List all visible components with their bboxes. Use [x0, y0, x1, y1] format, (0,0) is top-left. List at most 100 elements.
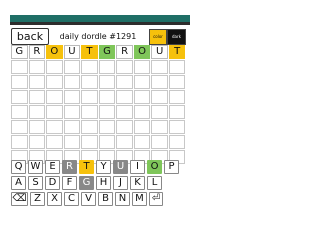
board-cell: [11, 60, 28, 74]
key-j[interactable]: J: [113, 176, 128, 190]
key-o[interactable]: O: [147, 160, 162, 174]
key-s[interactable]: S: [28, 176, 43, 190]
board-cell: [11, 90, 28, 104]
board-cell: [98, 120, 116, 134]
board-cell: [28, 120, 46, 134]
board-cell: [46, 60, 63, 74]
board-cell: [133, 75, 151, 89]
key-p[interactable]: P: [164, 160, 179, 174]
board-cell: T: [81, 45, 98, 59]
board-cell: O: [133, 45, 151, 59]
board-cell: [81, 75, 98, 89]
key-y[interactable]: Y: [96, 160, 111, 174]
board-cell: [133, 135, 151, 149]
board-cell: [46, 135, 63, 149]
board-row: [11, 75, 187, 89]
board-cell: [81, 90, 98, 104]
key-q[interactable]: Q: [11, 160, 26, 174]
board-cell: [133, 90, 151, 104]
key-w[interactable]: W: [28, 160, 43, 174]
board-row: GROUTGROUT: [11, 45, 187, 59]
board-cell: [28, 105, 46, 119]
key-d[interactable]: D: [45, 176, 60, 190]
board-cell: R: [116, 45, 133, 59]
board-cell: [81, 135, 98, 149]
board-cell: [116, 60, 133, 74]
dark-mode-button[interactable]: dark: [167, 29, 186, 45]
board-cell: G: [98, 45, 116, 59]
board-cell: [133, 60, 151, 74]
board-cell: [151, 75, 168, 89]
board-cell: [63, 75, 81, 89]
color-toggle-button[interactable]: color: [149, 29, 167, 45]
board-cell: [28, 135, 46, 149]
board-cell: [98, 135, 116, 149]
board-cell: [46, 75, 63, 89]
board-cell: R: [28, 45, 46, 59]
key-i[interactable]: I: [130, 160, 145, 174]
board-cell: [11, 75, 28, 89]
board-cell: [63, 60, 81, 74]
key-u[interactable]: U: [113, 160, 128, 174]
board-cell: U: [63, 45, 81, 59]
key-n[interactable]: N: [115, 192, 130, 206]
board-cell: [133, 120, 151, 134]
key-h[interactable]: H: [96, 176, 111, 190]
board-cell: [46, 120, 63, 134]
board-cell: [151, 120, 168, 134]
board-cell: [46, 105, 63, 119]
backspace-key[interactable]: ⌫: [11, 192, 28, 206]
board-cell: [151, 90, 168, 104]
back-button[interactable]: back: [11, 28, 49, 45]
board-cell: [168, 60, 186, 74]
board-row: [11, 90, 187, 104]
board-cell: O: [46, 45, 63, 59]
board-cell: [63, 105, 81, 119]
board-cell: [116, 90, 133, 104]
key-r[interactable]: R: [62, 160, 77, 174]
page-title: daily dordle #1291: [59, 32, 137, 41]
board-cell: [151, 135, 168, 149]
key-g[interactable]: G: [79, 176, 94, 190]
board-cell: [116, 135, 133, 149]
top-bar: [10, 15, 190, 22]
keyboard-row: ⌫ Z X C V B N M ⏎: [11, 192, 189, 206]
keyboard-spacer: [164, 176, 179, 190]
board-cell: [81, 60, 98, 74]
key-v[interactable]: V: [81, 192, 96, 206]
keyboard-row: QWERTYUIOP: [11, 160, 189, 174]
board-cell: T: [168, 45, 186, 59]
board-cell: [168, 120, 186, 134]
board-cell: G: [11, 45, 28, 59]
board-row: [11, 105, 187, 119]
board-cell: [28, 90, 46, 104]
key-c[interactable]: C: [64, 192, 79, 206]
key-e[interactable]: E: [45, 160, 60, 174]
board-row: [11, 135, 187, 149]
top-bar-shadow: [10, 22, 190, 25]
key-m[interactable]: M: [132, 192, 147, 206]
key-k[interactable]: K: [130, 176, 145, 190]
board-cell: [116, 120, 133, 134]
key-x[interactable]: X: [47, 192, 62, 206]
key-z[interactable]: Z: [30, 192, 45, 206]
board-cell: [168, 135, 186, 149]
key-l[interactable]: L: [147, 176, 162, 190]
board-cell: [98, 105, 116, 119]
board-cell: [98, 60, 116, 74]
board-cell: [63, 90, 81, 104]
key-a[interactable]: A: [11, 176, 26, 190]
keyboard-row: ASDFGHJKL: [11, 176, 189, 190]
board-cell: [168, 90, 186, 104]
board-cell: [63, 120, 81, 134]
key-b[interactable]: B: [98, 192, 113, 206]
key-f[interactable]: F: [62, 176, 77, 190]
board-cell: [151, 60, 168, 74]
board-cell: [63, 135, 81, 149]
board-cell: [28, 75, 46, 89]
key-t[interactable]: T: [79, 160, 94, 174]
board-row: [11, 120, 187, 134]
board-cell: [11, 105, 28, 119]
enter-key[interactable]: ⏎: [149, 192, 163, 206]
board-row: [11, 60, 187, 74]
